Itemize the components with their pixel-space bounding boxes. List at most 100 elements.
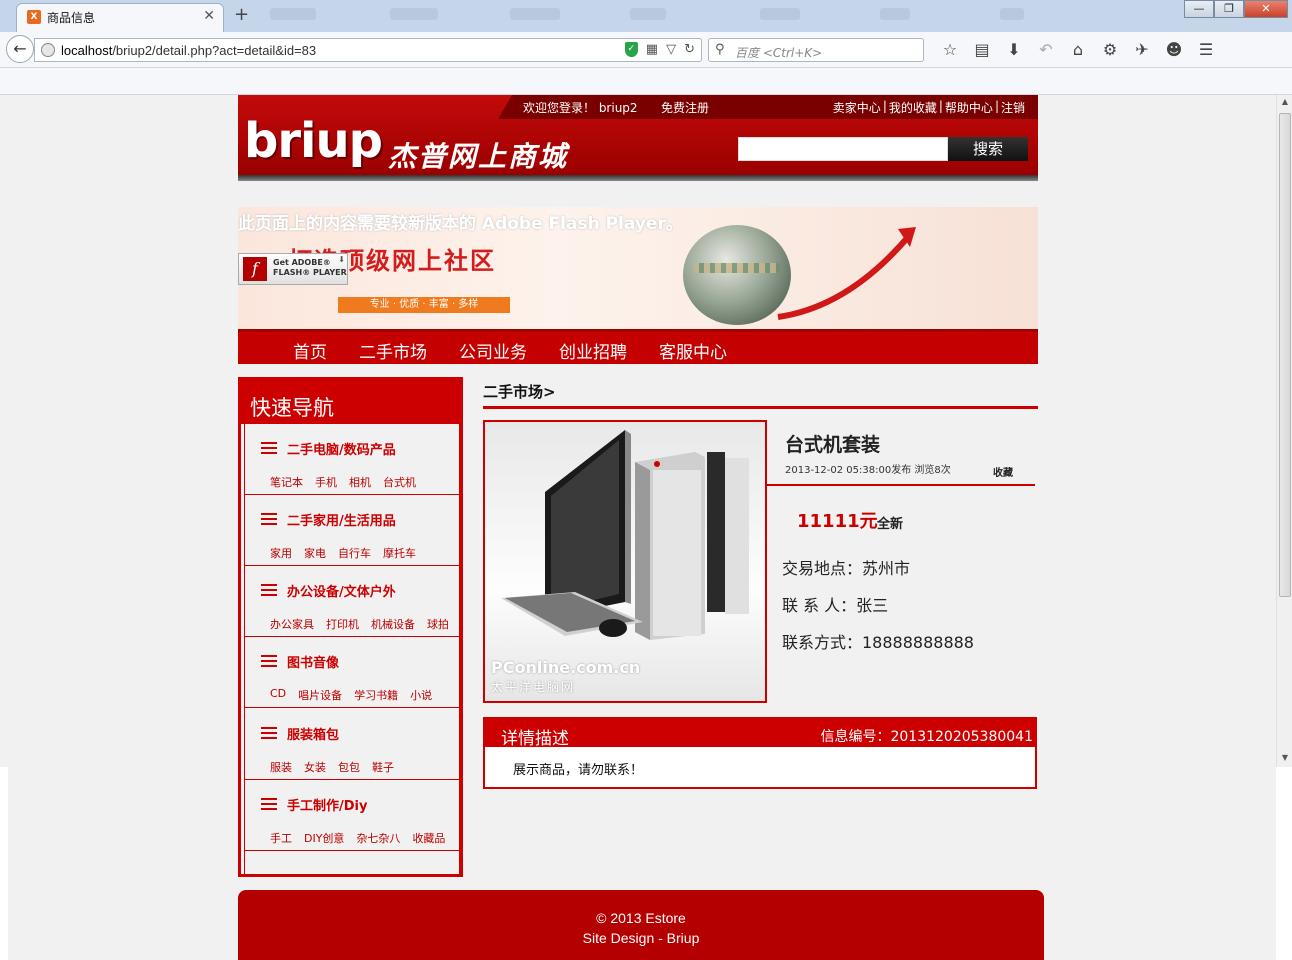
category-item: 图书音像 CD 唱片设备 学习书籍 小说 xyxy=(245,637,461,708)
category-link[interactable]: 打印机 xyxy=(326,616,359,632)
close-window-button[interactable]: ✕ xyxy=(1244,0,1288,18)
category-link[interactable]: CD xyxy=(270,687,286,703)
category-link[interactable]: 球拍 xyxy=(427,616,449,632)
product-image[interactable]: PConline.com.cn 太平洋电脑网 xyxy=(483,420,767,703)
detail-title: 详情描述 xyxy=(501,729,569,749)
search-bar[interactable]: ⚲ 百度 <Ctrl+K> xyxy=(708,38,924,62)
scroll-up-icon[interactable]: ▲ xyxy=(1280,97,1290,106)
my-favorites-link[interactable]: 我的收藏 xyxy=(888,99,938,116)
restore-button[interactable]: ❐ xyxy=(1214,0,1244,18)
welcome-text: 欢迎您登录！ briup2 xyxy=(523,101,638,115)
product-meta: 2013-12-02 05:38:00发布 浏览8次 xyxy=(785,465,951,476)
category-link[interactable]: 唱片设备 xyxy=(298,687,342,703)
browser-tab[interactable]: X 商品信息 ✕ xyxy=(16,3,224,32)
header-divider xyxy=(238,175,1038,181)
scroll-thumb[interactable] xyxy=(1279,113,1291,597)
nav-home[interactable]: 首页 xyxy=(293,338,327,363)
category-link[interactable]: 自行车 xyxy=(338,545,371,561)
category-title[interactable]: 手工制作/Diy xyxy=(287,795,367,814)
minimize-button[interactable]: — xyxy=(1184,0,1214,18)
category-link[interactable]: 杂七杂八 xyxy=(356,830,400,846)
page-edge xyxy=(0,767,8,960)
nav-second-hand[interactable]: 二手市场 xyxy=(359,338,427,363)
url-bar[interactable]: localhost/briup2/detail.php?act=detail&i… xyxy=(34,38,702,62)
category-link[interactable]: 家电 xyxy=(304,545,326,561)
site-footer: © 2013 Estore Site Design - Briup xyxy=(238,890,1044,960)
reload-icon[interactable]: ↻ xyxy=(684,42,695,57)
footer-credit: Site Design - Briup xyxy=(582,930,700,946)
qr-code-icon[interactable]: ▦ xyxy=(646,42,658,57)
site-header: 欢迎您登录！ briup2 免费注册 卖家中心 | 我的收藏 | 帮助中心 | 注销 … xyxy=(238,95,1038,175)
bookmark-star-icon[interactable]: ☆ xyxy=(934,40,966,59)
globe-icon xyxy=(41,43,55,57)
product-condition: 全新 xyxy=(877,517,904,532)
category-title[interactable]: 二手电脑/数码产品 xyxy=(287,439,396,458)
category-link[interactable]: 机械设备 xyxy=(371,616,415,632)
xampp-favicon-icon: X xyxy=(27,10,41,24)
category-links: 手工 DIY创意 杂七杂八 收藏品 xyxy=(270,830,445,846)
rising-arrow-icon xyxy=(777,227,916,320)
get-flash-player-button[interactable]: f Get ADOBE® FLASH® PLAYER ⬇ xyxy=(238,253,348,285)
logout-link[interactable]: 注销 xyxy=(1000,99,1026,116)
tab-close-icon[interactable]: ✕ xyxy=(203,8,215,24)
category-link[interactable]: 包包 xyxy=(338,759,360,775)
list-icon xyxy=(261,442,277,454)
undo-icon[interactable]: ↶ xyxy=(1030,40,1062,59)
dropdown-icon[interactable]: ▽ xyxy=(666,42,676,57)
url-text[interactable]: localhost/briup2/detail.php?act=detail&i… xyxy=(61,43,316,58)
seller-center-link[interactable]: 卖家中心 xyxy=(832,99,882,116)
vertical-scrollbar[interactable]: ▲ ▼ xyxy=(1276,95,1292,767)
detail-header: 详情描述 信息编号：2013120205380041 xyxy=(485,719,1035,749)
site-search-input[interactable] xyxy=(738,137,948,161)
tab-title: 商品信息 xyxy=(47,11,96,25)
shield-icon[interactable]: ✓ xyxy=(624,42,638,57)
breadcrumb[interactable]: 二手市场> xyxy=(483,381,556,402)
nav-jobs[interactable]: 创业招聘 xyxy=(559,338,627,363)
category-link[interactable]: 小说 xyxy=(410,687,432,703)
detail-info-number: 信息编号：2013120205380041 xyxy=(820,729,1033,745)
register-link[interactable]: 免费注册 xyxy=(661,99,709,116)
site-search-button[interactable]: 搜索 xyxy=(948,137,1028,161)
category-link[interactable]: 相机 xyxy=(349,474,371,490)
detail-body: 展示商品，请勿联系！ xyxy=(513,763,644,778)
bookmarks-toolbar xyxy=(0,68,1292,95)
list-icon xyxy=(261,584,277,596)
category-link[interactable]: 台式机 xyxy=(383,474,416,490)
footer-copyright: © 2013 Estore xyxy=(596,910,686,926)
category-link[interactable]: 笔记本 xyxy=(270,474,303,490)
addon-icon[interactable]: ✈ xyxy=(1126,40,1158,59)
new-tab-button[interactable]: + xyxy=(234,4,249,25)
category-link[interactable]: 手工 xyxy=(270,830,292,846)
download-icon[interactable]: ⬇ xyxy=(998,40,1030,59)
category-title[interactable]: 二手家用/生活用品 xyxy=(287,510,396,529)
category-link[interactable]: 摩托车 xyxy=(383,545,416,561)
site-logo[interactable]: briup xyxy=(244,113,383,169)
category-title[interactable]: 办公设备/文体户外 xyxy=(287,581,396,600)
category-link[interactable]: 收藏品 xyxy=(412,830,445,846)
nav-business[interactable]: 公司业务 xyxy=(459,338,527,363)
help-center-link[interactable]: 帮助中心 xyxy=(944,99,994,116)
category-title[interactable]: 图书音像 xyxy=(287,652,339,671)
home-icon[interactable]: ⌂ xyxy=(1062,40,1094,59)
back-arrow-icon[interactable]: ← xyxy=(6,35,34,63)
bookmarks-list-icon[interactable]: ▤ xyxy=(966,40,998,59)
category-link[interactable]: DIY创意 xyxy=(304,830,344,846)
category-link[interactable]: 办公家具 xyxy=(270,616,314,632)
image-watermark: PConline.com.cn xyxy=(491,658,641,677)
favorite-button[interactable]: 收藏 xyxy=(993,464,1013,479)
category-link[interactable]: 服装 xyxy=(270,759,292,775)
menu-icon[interactable]: ☰ xyxy=(1190,40,1222,59)
category-link[interactable]: 家用 xyxy=(270,545,292,561)
category-link[interactable]: 鞋子 xyxy=(372,759,394,775)
smiley-icon[interactable]: ☻ xyxy=(1158,40,1190,59)
list-icon xyxy=(261,798,277,810)
scroll-down-icon[interactable]: ▼ xyxy=(1280,753,1290,762)
gear-icon[interactable]: ⚙ xyxy=(1094,40,1126,59)
nav-service[interactable]: 客服中心 xyxy=(659,338,727,363)
category-links: 办公家具 打印机 机械设备 球拍 xyxy=(270,616,449,632)
category-link[interactable]: 手机 xyxy=(315,474,337,490)
url-actions: ✓ ▦ ▽ ↻ xyxy=(624,42,695,57)
category-link[interactable]: 女装 xyxy=(304,759,326,775)
category-title[interactable]: 服装箱包 xyxy=(287,724,339,743)
category-link[interactable]: 学习书籍 xyxy=(354,687,398,703)
